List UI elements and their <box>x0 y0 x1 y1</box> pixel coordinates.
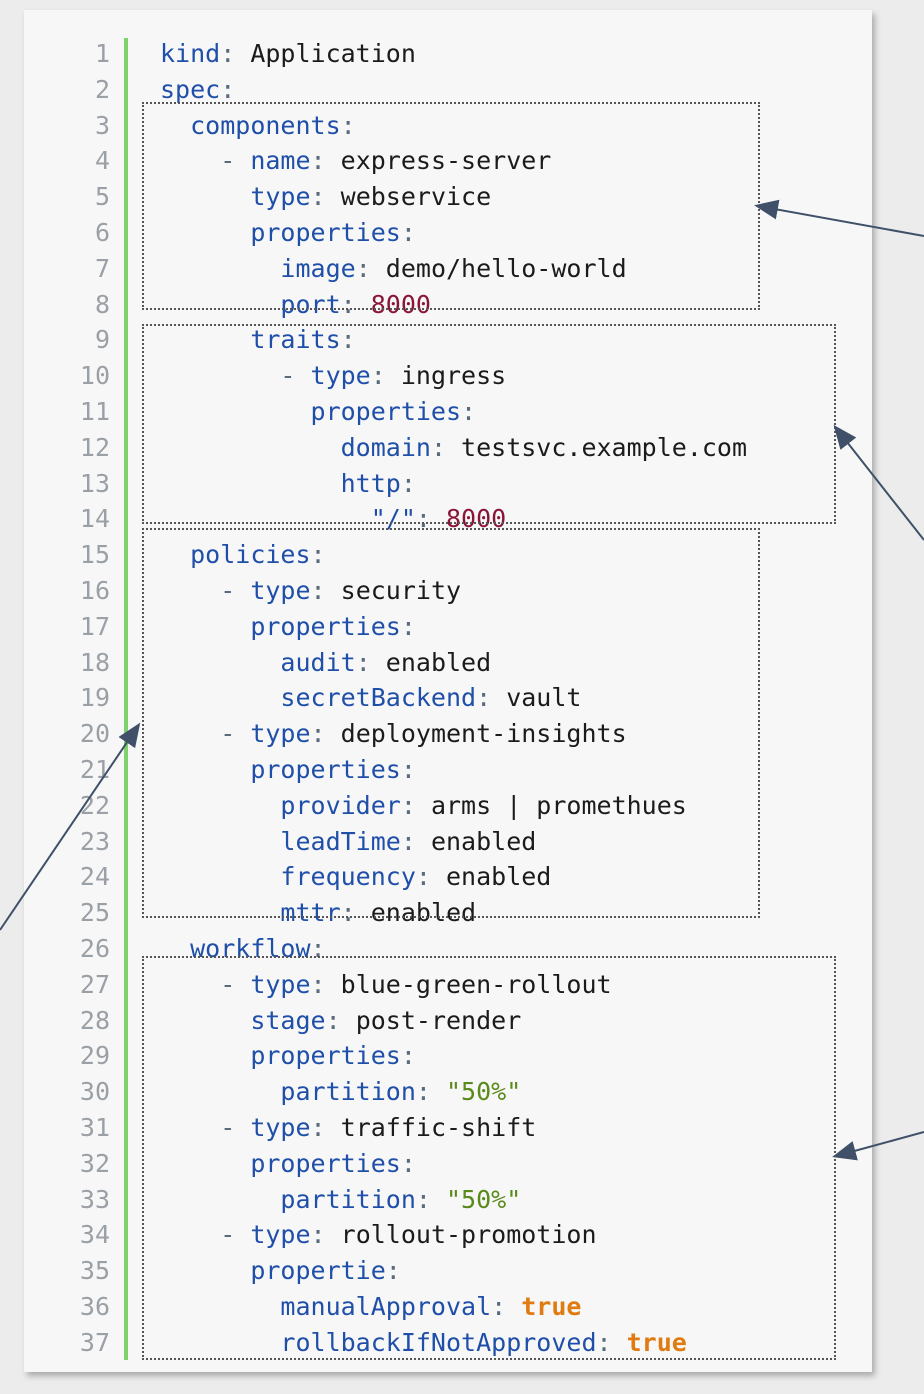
components-arrow <box>754 199 924 237</box>
policies-arrow <box>0 722 141 931</box>
traits-arrow <box>833 424 924 541</box>
workflow-arrow <box>832 1131 924 1161</box>
annotation-arrows <box>0 199 924 1161</box>
